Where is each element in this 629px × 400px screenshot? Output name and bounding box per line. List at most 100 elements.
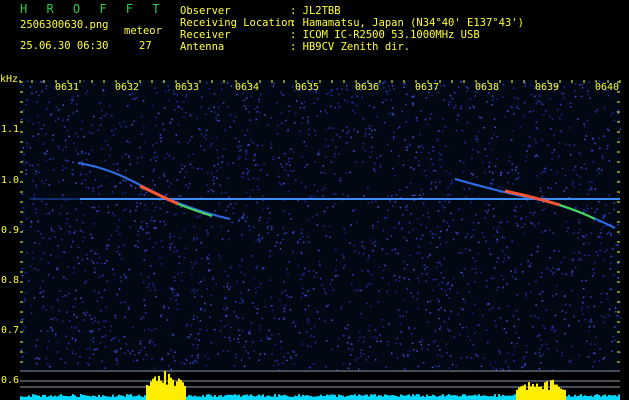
noise-speck (403, 260, 406, 263)
noise-speck (176, 179, 178, 181)
noise-speck (557, 155, 560, 158)
noise-speck (389, 89, 391, 92)
noise-speck (123, 121, 125, 123)
histogram-bar (486, 395, 488, 400)
noise-speck (142, 358, 145, 361)
noise-speck (595, 336, 597, 338)
noise-speck (579, 183, 581, 186)
noise-speck (301, 252, 303, 255)
noise-speck (525, 351, 528, 353)
noise-speck (403, 277, 406, 279)
noise-speck (361, 270, 363, 272)
noise-speck (83, 135, 85, 138)
noise-speck (88, 131, 91, 134)
noise-speck (512, 183, 514, 185)
noise-speck (361, 245, 364, 248)
noise-speck (585, 210, 588, 212)
noise-speck (541, 103, 544, 105)
noise-speck (362, 161, 364, 163)
noise-speck (282, 183, 284, 185)
histogram-bar (522, 385, 524, 400)
noise-speck (247, 170, 250, 173)
noise-speck (87, 363, 90, 366)
noise-speck (451, 98, 454, 100)
noise-speck (200, 96, 203, 98)
noise-speck (469, 339, 471, 341)
histogram-bar (392, 395, 394, 400)
noise-speck (614, 326, 616, 328)
noise-speck (136, 162, 139, 164)
noise-speck (464, 301, 467, 303)
noise-speck (466, 356, 468, 358)
noise-speck (26, 142, 28, 145)
noise-speck (282, 94, 285, 96)
noise-speck (39, 292, 41, 294)
noise-speck (164, 90, 167, 93)
histogram-bar (524, 384, 526, 400)
noise-speck (172, 157, 174, 160)
noise-speck (276, 241, 278, 244)
histogram-bar (252, 395, 254, 400)
noise-speck (220, 319, 222, 322)
noise-speck (383, 122, 386, 124)
noise-speck (367, 202, 369, 204)
noise-speck (524, 159, 527, 162)
noise-speck (170, 182, 172, 185)
noise-speck (307, 121, 309, 123)
noise-speck (338, 93, 340, 95)
noise-speck (26, 99, 28, 102)
noise-speck (119, 276, 122, 278)
histogram-bar (560, 388, 562, 400)
noise-speck (614, 339, 616, 342)
noise-speck (592, 352, 595, 354)
noise-speck (600, 293, 603, 295)
noise-speck (351, 283, 353, 286)
noise-speck (284, 169, 286, 171)
noise-speck (435, 187, 437, 189)
noise-speck (241, 257, 244, 260)
noise-speck (125, 153, 127, 156)
noise-speck (32, 180, 34, 182)
noise-speck (57, 341, 59, 344)
noise-speck (508, 160, 511, 162)
noise-speck (246, 129, 249, 132)
noise-speck (215, 117, 217, 119)
noise-speck (183, 363, 186, 365)
noise-speck (590, 188, 593, 190)
noise-speck (135, 201, 138, 204)
noise-speck (100, 310, 102, 312)
noise-speck (252, 142, 254, 144)
noise-speck (89, 314, 91, 317)
noise-speck (131, 185, 133, 188)
noise-speck (225, 297, 227, 299)
noise-speck (314, 161, 316, 163)
noise-speck (413, 327, 416, 330)
noise-speck (176, 100, 178, 103)
noise-speck (267, 338, 270, 340)
noise-speck (572, 181, 575, 183)
noise-speck (279, 184, 282, 186)
noise-speck (412, 94, 415, 97)
noise-speck (144, 312, 147, 314)
noise-speck (58, 310, 60, 312)
noise-speck (439, 326, 442, 328)
noise-speck (585, 135, 587, 137)
noise-speck (403, 237, 405, 239)
histogram-bar (382, 396, 384, 400)
noise-speck (399, 315, 401, 317)
noise-speck (57, 109, 60, 111)
noise-speck (370, 305, 372, 308)
noise-speck (201, 258, 203, 260)
time-label: 0639 (535, 82, 559, 93)
noise-speck (35, 170, 37, 172)
noise-speck (243, 99, 245, 102)
noise-speck (277, 333, 280, 335)
noise-speck (50, 113, 52, 115)
noise-speck (335, 259, 338, 261)
noise-speck (40, 128, 43, 130)
noise-speck (262, 208, 264, 211)
noise-speck (418, 146, 420, 148)
noise-speck (278, 318, 280, 320)
noise-speck (600, 228, 603, 230)
noise-speck (25, 292, 27, 294)
